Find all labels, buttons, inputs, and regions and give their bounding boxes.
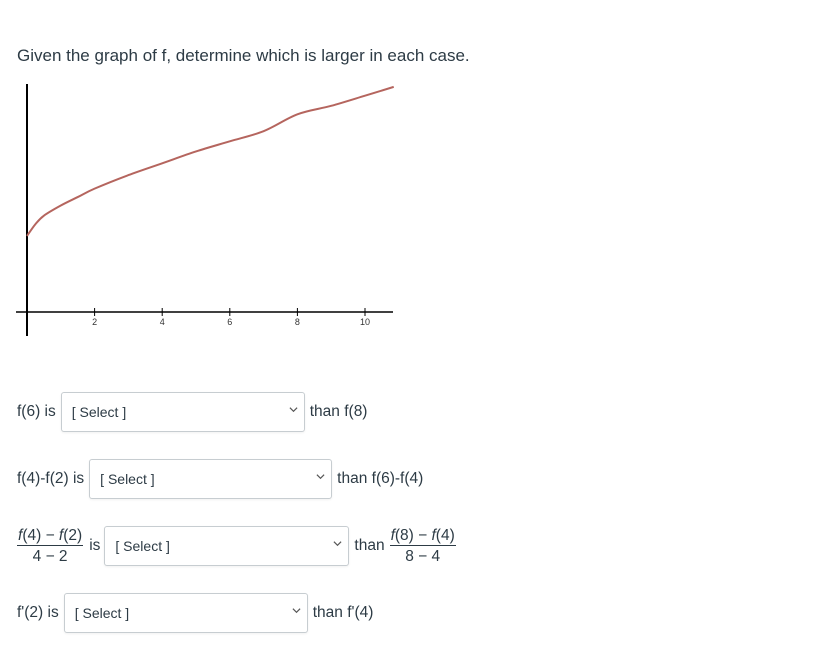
chevron-down-icon (289, 407, 298, 413)
question-1-tail: than f(8) (309, 403, 368, 420)
question-1: f(6) is [ Select ] than f(8) (17, 392, 367, 432)
select-placeholder: [ Select ] (115, 538, 170, 554)
question-4: f'(2) is [ Select ] than f'(4) (17, 593, 373, 633)
question-2-select[interactable]: [ Select ] (89, 459, 333, 499)
question-2-lead: f(4)-f(2) is (17, 470, 85, 487)
difference-quotient-left: f(4) − f(2) 4 − 2 (17, 526, 84, 565)
x-tick-label: 2 (92, 317, 97, 327)
question-3: f(4) − f(2) 4 − 2 is [ Select ] than f(8… (17, 526, 456, 566)
question-1-select[interactable]: [ Select ] (60, 392, 305, 432)
question-4-select[interactable]: [ Select ] (63, 593, 308, 633)
select-placeholder: [ Select ] (74, 605, 130, 621)
x-tick-label: 4 (160, 317, 165, 327)
question-3-select[interactable]: [ Select ] (104, 526, 350, 566)
select-placeholder: [ Select ] (100, 471, 155, 487)
question-3-is: is (89, 537, 101, 554)
question-4-tail: than f'(4) (312, 604, 374, 621)
question-2: f(4)-f(2) is [ Select ] than f(6)-f(4) (17, 459, 423, 499)
chevron-down-icon (292, 608, 301, 614)
question-3-than: than (354, 537, 385, 554)
question-4-lead: f'(2) is (17, 604, 59, 621)
chevron-down-icon (316, 474, 325, 480)
chevron-down-icon (333, 541, 342, 547)
select-placeholder: [ Select ] (71, 404, 127, 420)
x-tick-label: 10 (360, 317, 370, 327)
question-2-tail: than f(6)-f(4) (337, 470, 424, 487)
question-1-lead: f(6) is (17, 403, 56, 420)
function-graph: 2 4 6 8 10 (16, 84, 395, 336)
x-tick-label: 8 (295, 317, 300, 327)
difference-quotient-right: f(8) − f(4) 8 − 4 (389, 526, 456, 565)
function-curve (26, 85, 395, 237)
x-tick-label: 6 (227, 317, 232, 327)
